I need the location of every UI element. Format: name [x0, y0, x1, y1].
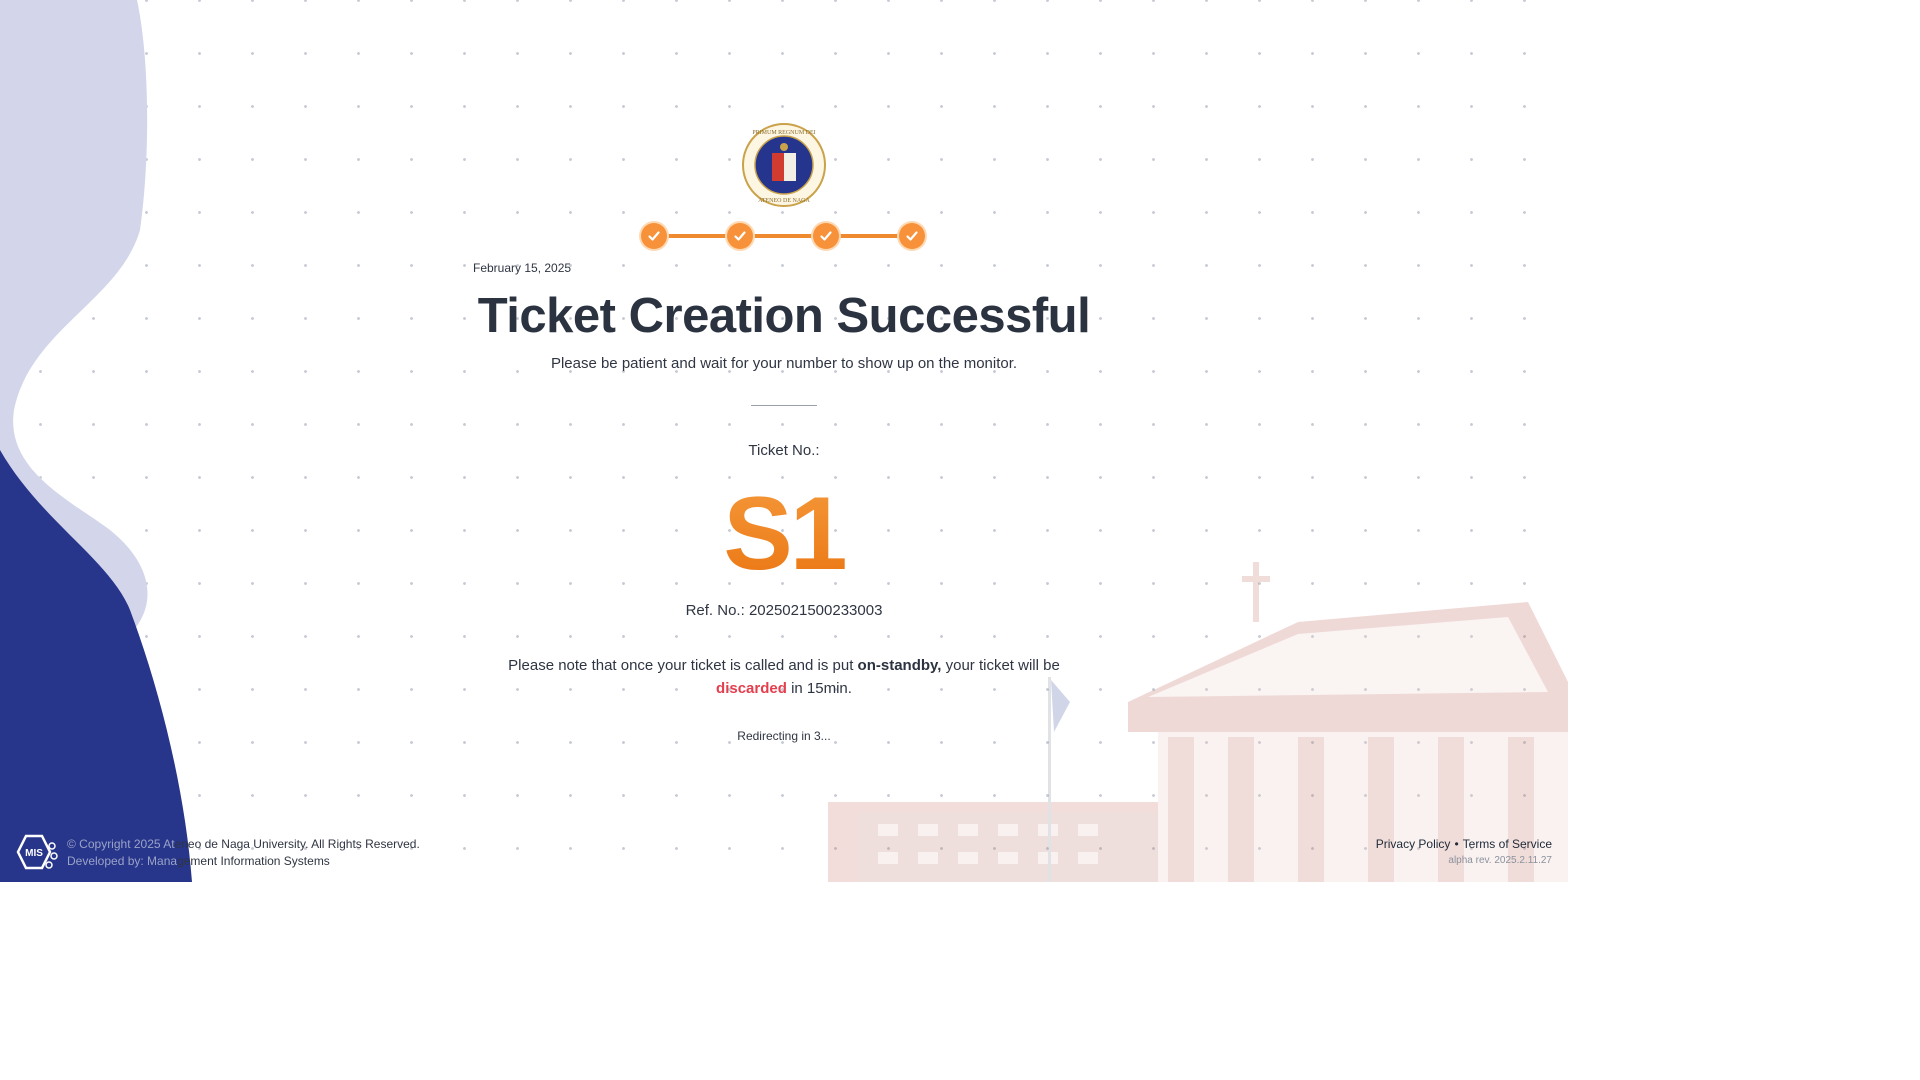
- reference-label: Ref. No.:: [685, 602, 745, 619]
- standby-notice: Please note that once your ticket is cal…: [484, 654, 1084, 700]
- ticket-date: February 15, 2025: [473, 261, 572, 275]
- check-icon: [906, 231, 918, 241]
- version-label: alpha rev. 2025.2.11.27: [1448, 855, 1552, 866]
- mis-logo-icon: MIS: [16, 834, 58, 870]
- svg-text:PRIMUM REGNUM DEI: PRIMUM REGNUM DEI: [752, 130, 815, 136]
- stepper-line: [666, 234, 902, 238]
- check-icon: [648, 231, 660, 241]
- check-icon: [734, 231, 746, 241]
- page-subtitle: Please be patient and wait for your numb…: [550, 355, 1018, 372]
- footer-separator: •: [1454, 837, 1459, 851]
- notice-discarded-emphasis: discarded: [716, 680, 787, 697]
- footer-links: Privacy Policy • Terms of Service alpha re…: [1376, 836, 1552, 868]
- svg-text:ATENEO DE NAGA: ATENEO DE NAGA: [758, 198, 810, 204]
- developer-credit: Developed by: Management Information Sys…: [67, 853, 420, 870]
- step-2-complete: [727, 223, 753, 249]
- page: PRIMUM REGNUM DEI ATENEO DE NAGA Februar…: [0, 0, 1568, 882]
- copyright-prefix: © Copyright 2025 At: [67, 837, 175, 851]
- page-title: Ticket Creation Successful: [477, 289, 1091, 343]
- developer-rest: gement Information Systems: [177, 854, 330, 868]
- copyright-text: © Copyright 2025 Ateneo de Naga Universi…: [67, 836, 420, 853]
- step-4-complete: [899, 223, 925, 249]
- footer-credits: © Copyright 2025 Ateneo de Naga Universi…: [67, 836, 420, 870]
- ticket-number: S1: [0, 474, 1568, 594]
- redirect-countdown: Redirecting in 3...: [737, 729, 831, 743]
- terms-of-service-link[interactable]: Terms of Service: [1463, 837, 1552, 851]
- reference-value: 2025021500233003: [748, 602, 883, 619]
- notice-text-2: your ticket will be: [941, 657, 1060, 674]
- notice-standby-emphasis: on-standby,: [857, 657, 942, 674]
- progress-stepper: [640, 221, 928, 251]
- copyright-rest: eneo de Naga University. All Rights Rese…: [174, 837, 420, 851]
- privacy-policy-link[interactable]: Privacy Policy: [1376, 837, 1451, 851]
- notice-text-1: Please note that once your ticket is cal…: [508, 657, 858, 674]
- developer-prefix: Developed by: Mana: [67, 854, 178, 868]
- left-wave-decoration: [0, 0, 192, 882]
- section-divider: [751, 405, 817, 406]
- ticket-label: Ticket No.:: [748, 442, 820, 459]
- ateneo-seal-icon: PRIMUM REGNUM DEI ATENEO DE NAGA: [742, 123, 826, 207]
- step-1-complete: [641, 223, 667, 249]
- check-icon: [820, 231, 832, 241]
- step-3-complete: [813, 223, 839, 249]
- reference-number: Ref. No.: 2025021500233003: [0, 602, 1568, 619]
- notice-text-3: in 15min.: [786, 680, 852, 697]
- svg-text:MIS: MIS: [25, 848, 43, 859]
